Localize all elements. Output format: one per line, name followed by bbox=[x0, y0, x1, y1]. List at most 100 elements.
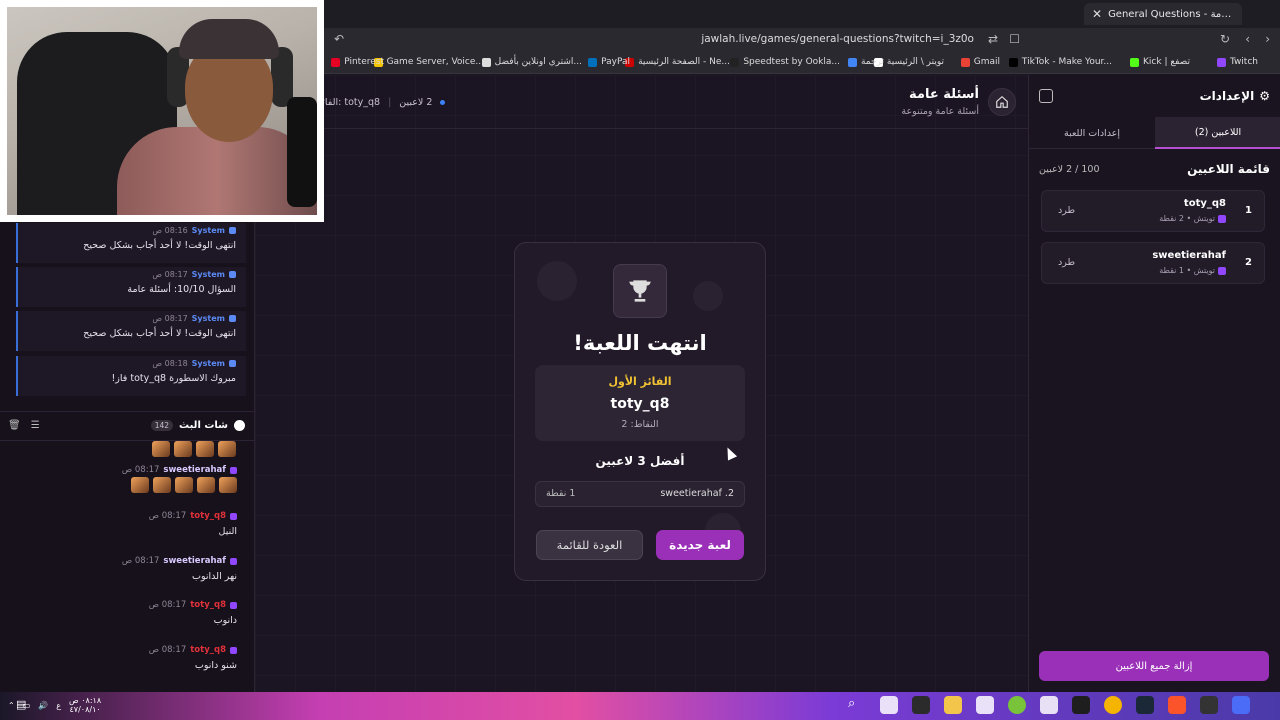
emote-icon bbox=[152, 441, 170, 457]
twitch-icon bbox=[1218, 266, 1226, 275]
ranking-points: 1 نقطة bbox=[546, 488, 576, 499]
divider: | bbox=[388, 97, 392, 108]
bookmark-tiktok[interactable]: TikTok - Make Your... bbox=[1008, 57, 1112, 67]
system-message: System 08:17 ص انتهى الوقت! لا أحد أجاب ب… bbox=[16, 311, 246, 351]
game-status: 2 لاعبين | toty_q8 :الفائز bbox=[317, 97, 446, 108]
bookmark-gameserver[interactable]: Game Server, Voice... bbox=[373, 57, 484, 67]
app-icon[interactable] bbox=[1200, 696, 1218, 714]
message-user: System bbox=[191, 226, 225, 235]
message-time: 08:18 ص bbox=[152, 359, 188, 368]
search-icon[interactable]: ⌕ bbox=[848, 696, 866, 714]
back-arrow-icon[interactable]: ‹ bbox=[1245, 32, 1250, 46]
collapse-panel-icon[interactable] bbox=[1039, 89, 1053, 103]
terminal-icon[interactable] bbox=[1072, 696, 1090, 714]
forward-arrow-icon[interactable]: › bbox=[1265, 32, 1270, 46]
bookmark-icon[interactable]: ☐ bbox=[1009, 32, 1020, 46]
message-text: انتهى الوقت! لا أحد أجاب بشكل صحيح bbox=[83, 328, 236, 339]
reload-icon[interactable]: ↻ bbox=[1220, 32, 1230, 46]
tray-chevron-icon[interactable]: ⌃ bbox=[8, 701, 15, 710]
message-time: 08:17 ص bbox=[148, 645, 187, 655]
close-tab-icon[interactable]: ✕ bbox=[1092, 7, 1102, 21]
message-text: شنو دانوب bbox=[194, 660, 237, 671]
players-list-count: 100 / 2 لاعبين bbox=[1039, 164, 1100, 175]
task-view-icon[interactable] bbox=[880, 696, 898, 714]
game-area: أسئلة عامة أسئلة عامة ومتنوعة 2 لاعبين |… bbox=[255, 75, 1028, 692]
language-indicator[interactable]: ع bbox=[56, 701, 61, 710]
message-time: 08:17 ص bbox=[121, 465, 160, 475]
message-time: 08:17 ص bbox=[152, 314, 188, 323]
settings-panel: ⚙ الإعدادات اللاعبين (2) إعدادات اللعبة … bbox=[1028, 75, 1280, 692]
message-text: النيل bbox=[218, 526, 237, 537]
winner-points: النقاط: 2 bbox=[621, 419, 659, 430]
browser-tab[interactable]: ✕ General Questions - أسئلة عامة bbox=[1084, 3, 1242, 25]
tab-game-settings[interactable]: إعدادات اللعبة bbox=[1029, 117, 1155, 149]
app-icon[interactable] bbox=[1040, 696, 1058, 714]
steam-icon[interactable] bbox=[1136, 696, 1154, 714]
gear-icon: ⚙ bbox=[1259, 89, 1270, 103]
player-rank: 2 bbox=[1245, 257, 1252, 268]
new-game-button[interactable]: لعبة جديدة bbox=[656, 530, 744, 560]
bookmark-twitch[interactable]: Twitch bbox=[1216, 57, 1258, 67]
ranking-row: 2. sweetierahaf 1 نقطة bbox=[535, 481, 745, 507]
settings-tabs: اللاعبين (2) إعدادات اللعبة bbox=[1029, 117, 1280, 149]
players-count: 2 لاعبين bbox=[399, 97, 433, 108]
player-meta: تويتش • 2 نقطة bbox=[1159, 214, 1226, 223]
bookmark-speedtest[interactable]: Speedtest by Ookla... bbox=[730, 57, 840, 67]
system-message: System 08:18 ص مبروك الاسطورة toty_q8 فاز… bbox=[16, 356, 246, 396]
message-text: دانوب bbox=[213, 615, 237, 626]
volume-icon[interactable]: 🔊 bbox=[38, 701, 48, 710]
filter-icon[interactable]: ☰ bbox=[31, 420, 40, 431]
brave-icon[interactable] bbox=[1168, 696, 1186, 714]
bookmark-gmail[interactable]: Gmail bbox=[960, 57, 1000, 67]
home-button[interactable] bbox=[988, 88, 1016, 116]
bookmark-pinterest[interactable]: Pinterest bbox=[331, 57, 384, 67]
app-icon[interactable] bbox=[1232, 696, 1250, 714]
utorrent-icon[interactable] bbox=[1008, 696, 1026, 714]
bookmark-shop[interactable]: اشتري اونلاين بأفضل... bbox=[481, 57, 582, 67]
trash-icon[interactable]: 🗑 bbox=[8, 420, 21, 431]
back-to-list-button[interactable]: العودة للقائمة bbox=[536, 530, 643, 560]
message-text: انتهى الوقت! لا أحد أجاب بشكل صحيح bbox=[83, 240, 236, 251]
bookmark-twitter[interactable]: تويتر \ الرئيسية bbox=[873, 57, 944, 67]
emote-icon bbox=[131, 477, 149, 493]
webcam-overlay bbox=[0, 0, 324, 222]
chat-message: sweetierahaf 08:17 ص bbox=[0, 465, 255, 505]
players-list-heading: قائمة اللاعبين bbox=[1187, 162, 1270, 176]
emote-icon bbox=[175, 477, 193, 493]
taskbar-clock[interactable]: ٠٨:١٨ ص ٤٧/٠٨/١٠ bbox=[69, 696, 101, 714]
store-icon[interactable] bbox=[976, 696, 994, 714]
winner-name: toty_q8 bbox=[610, 396, 670, 412]
message-user: toty_q8 bbox=[190, 600, 226, 610]
stream-chat-title: شات البث bbox=[179, 420, 228, 431]
url-field[interactable]: jawlah.live/games/general-questions?twit… bbox=[701, 33, 974, 45]
message-text: السؤال 10/10: أسئلة عامة bbox=[127, 284, 236, 295]
bookmark-paypal[interactable]: PayPal bbox=[588, 57, 630, 67]
bookmark-ne[interactable]: الصفحة الرئيسية - Ne... bbox=[625, 57, 730, 67]
message-text: نهر الدانوب bbox=[192, 571, 237, 582]
twitch-badge-icon bbox=[230, 601, 237, 609]
app-icon[interactable] bbox=[912, 696, 930, 714]
system-badge-icon bbox=[229, 271, 236, 278]
tab-players[interactable]: اللاعبين (2) bbox=[1155, 117, 1280, 149]
folder-icon[interactable] bbox=[944, 696, 962, 714]
system-message: System 08:16 ص انتهى الوقت! لا أحد أجاب ب… bbox=[16, 223, 246, 263]
remove-all-players-button[interactable]: إزالة جميع اللاعبين bbox=[1039, 651, 1269, 681]
chat-message: toty_q8 08:17 ص دانوب bbox=[0, 600, 255, 640]
system-badge-icon bbox=[229, 360, 236, 367]
player-card: 1 toty_q8 تويتش • 2 نقطة طرد bbox=[1041, 190, 1265, 232]
bookmark-translate[interactable]: ترجمة bbox=[847, 57, 884, 67]
back-icon[interactable]: ↶ bbox=[334, 32, 344, 46]
kick-player-button[interactable]: طرد bbox=[1058, 257, 1075, 268]
chrome-icon[interactable] bbox=[1104, 696, 1122, 714]
kick-player-button[interactable]: طرد bbox=[1058, 205, 1075, 216]
message-time: 08:17 ص bbox=[121, 556, 160, 566]
twitch-badge-icon bbox=[230, 557, 237, 565]
system-badge-icon bbox=[229, 227, 236, 234]
emote-row bbox=[131, 477, 237, 493]
decor-bubble bbox=[537, 261, 577, 301]
player-meta: تويتش • 1 نقطة bbox=[1159, 266, 1226, 275]
bookmark-kick[interactable]: Kick | تصفع bbox=[1130, 57, 1190, 67]
translate-icon[interactable]: ⇄ bbox=[988, 32, 998, 46]
notification-icon[interactable]: ▤ bbox=[16, 698, 26, 711]
game-over-card: انتهت اللعبة! الفائز الأول toty_q8 النقا… bbox=[514, 242, 766, 581]
